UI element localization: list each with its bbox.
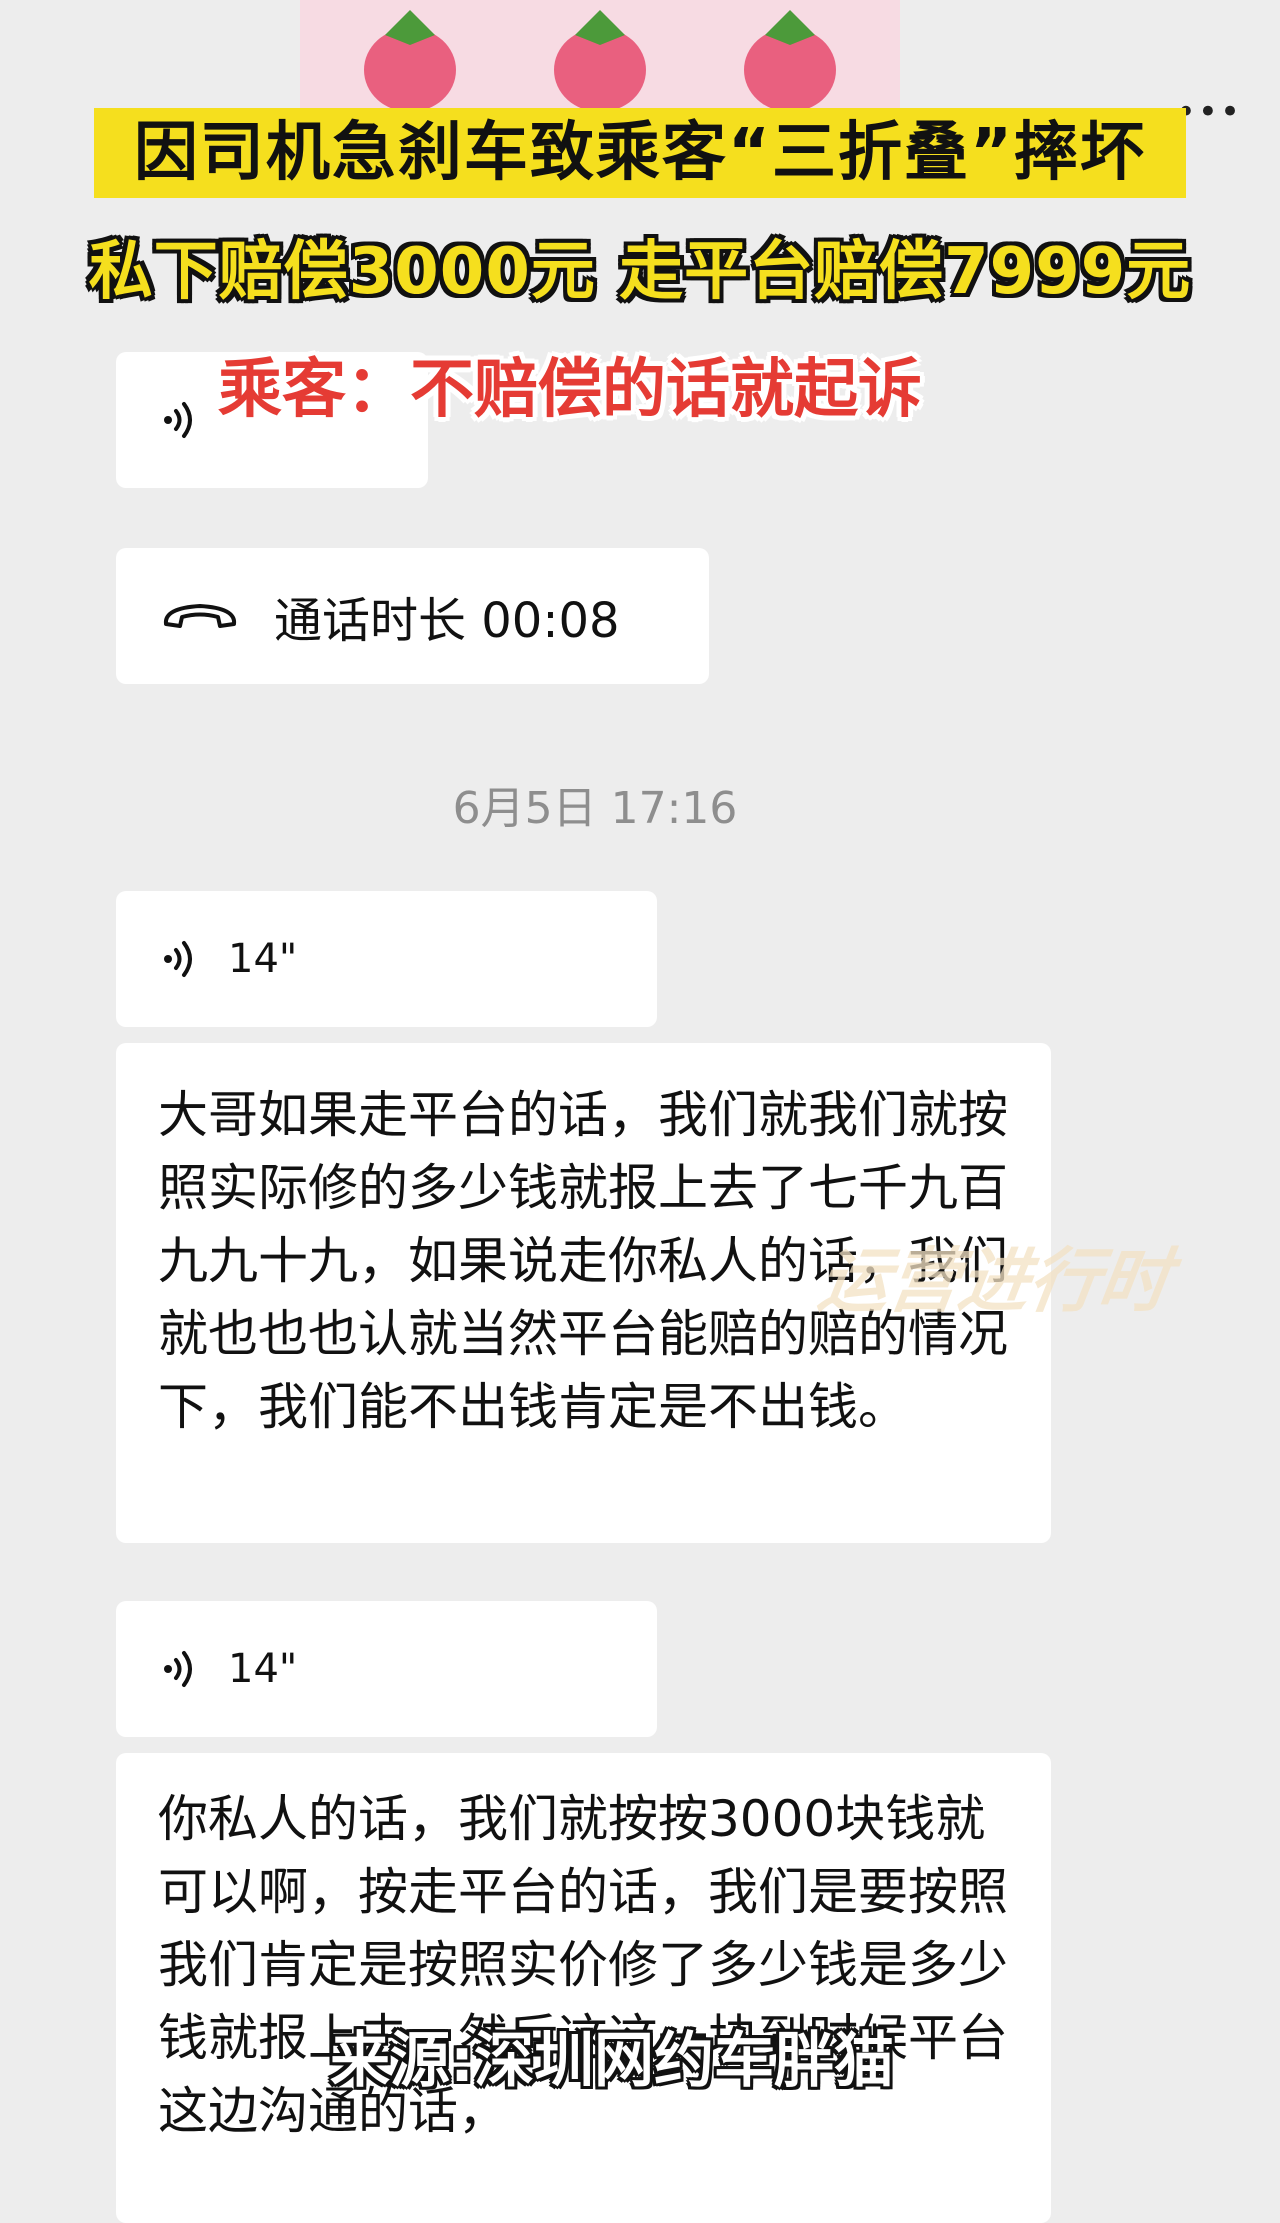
chat-timestamp: 6月5日 17:16: [452, 783, 738, 834]
headline-line-2: 私下赔偿3000元 走平台赔偿7999元: [88, 235, 1192, 309]
voice-duration: 14": [228, 936, 298, 982]
voice-message-bubble[interactable]: 14": [116, 1601, 657, 1737]
phone-icon: [163, 604, 237, 628]
watermark: 运营进行时: [813, 1240, 1175, 1322]
voice-icon: [164, 402, 192, 438]
voice-duration: 14": [228, 1646, 298, 1692]
voice-transcript-bubble: 你私人的话，我们就按按3000块钱就可以啊，按走平台的话，我们是要按照我们肯定是…: [116, 1753, 1051, 2223]
voice-message-bubble[interactable]: 14": [116, 891, 657, 1027]
headline-line-1-text: 因司机急刹车致乘客“三折叠”摔坏: [93, 108, 1187, 198]
call-record-bubble[interactable]: 通话时长 00:08: [116, 548, 709, 684]
call-duration-text: 通话时长 00:08: [274, 593, 620, 649]
source-caption: 来源:深圳网约车胖猫: [330, 2026, 894, 2096]
voice-icon: [164, 941, 192, 977]
voice-icon: [164, 1651, 192, 1687]
headline-line-3: 乘客：不赔偿的话就起诉: [218, 353, 922, 427]
strawberry-decoration: [300, 0, 900, 110]
headline-line-1: 因司机急刹车致乘客“三折叠”摔坏: [0, 108, 1280, 198]
